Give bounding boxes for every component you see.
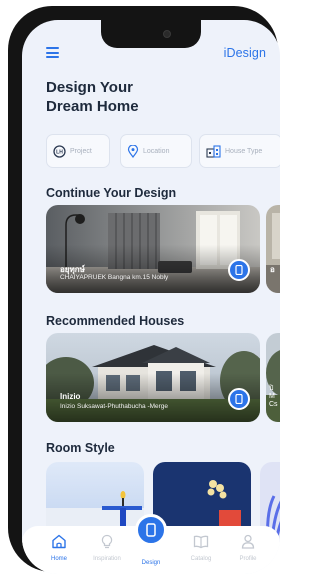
tab-profile-label: Profile (239, 556, 257, 562)
tab-inspiration[interactable]: Inspiration (85, 534, 129, 562)
recommended-houses-title: Recommended Houses (46, 314, 185, 328)
next-house-title-line-2: M (269, 393, 275, 400)
lightbulb-icon (101, 534, 113, 549)
menu-icon[interactable] (46, 47, 59, 58)
tab-inspiration-label: Inspiration (93, 556, 121, 562)
tab-design-label: Design (141, 560, 161, 566)
tab-home-label: Home (50, 556, 67, 562)
design-card-subtitle: CHAIYAPRUEK Bangna km.15 Nobly (60, 274, 169, 281)
start-design-button[interactable] (228, 388, 250, 410)
house-card-subtitle: Inizio Suksawat-Phuthabucha -Merge (60, 403, 169, 410)
hero-line-2: Dream Home (46, 98, 139, 115)
continue-design-card-next[interactable]: อ (266, 205, 280, 293)
filter-project[interactable]: LH Project (46, 134, 110, 168)
app-screen: iDesign Design Your Dream Home LH Projec… (22, 20, 280, 574)
next-house-title-line-1: ปิ (269, 385, 274, 392)
next-house-card-title: ปิ M Cs (269, 385, 278, 409)
recommended-house-card[interactable]: Inizio Inizio Suksawat-Phuthabucha -Merg… (46, 333, 260, 422)
next-card-title: อ (270, 265, 275, 274)
open-design-button[interactable] (228, 259, 250, 281)
filter-location[interactable]: Location (120, 134, 192, 168)
tab-catalog[interactable]: Catalog (179, 534, 223, 562)
interior-render-image (266, 205, 280, 293)
tab-home[interactable]: Home (37, 534, 81, 562)
top-bar: iDesign (22, 42, 280, 66)
tab-catalog-label: Catalog (190, 556, 212, 562)
filter-bar: LH Project Location House Type (46, 134, 280, 170)
hero-line-1: Design Your (46, 79, 133, 96)
house-card-title: Inizio (60, 392, 81, 401)
phone-design-icon (146, 523, 156, 537)
person-icon (241, 534, 255, 549)
filter-location-label: Location (143, 147, 170, 155)
filter-project-label: Project (70, 147, 92, 155)
hero-heading: Design Your Dream Home (46, 78, 139, 116)
project-icon: LH (53, 144, 66, 158)
svg-text:LH: LH (56, 149, 63, 155)
continue-design-card[interactable]: อยุทุกษ์ CHAIYAPRUEK Bangna km.15 Nobly (46, 205, 260, 293)
app-logo: iDesign (223, 46, 266, 60)
book-icon (193, 535, 209, 549)
tab-design[interactable]: Design (129, 560, 173, 566)
phone-frame: iDesign Design Your Dream Home LH Projec… (8, 6, 280, 574)
room-style-title: Room Style (46, 441, 115, 455)
location-pin-icon (127, 144, 139, 158)
phone-design-icon (235, 265, 243, 275)
next-house-title-line-3: Cs (269, 401, 278, 408)
recommended-house-card-next[interactable]: ปิ M Cs (266, 333, 280, 422)
filter-house-type[interactable]: House Type (199, 134, 280, 168)
camera-icon (163, 30, 171, 38)
tab-profile[interactable]: Profile (226, 534, 270, 562)
design-fab-button[interactable] (135, 514, 167, 546)
home-icon (52, 534, 66, 549)
house-type-icon (206, 144, 221, 158)
filter-house-type-label: House Type (225, 147, 263, 155)
phone-design-icon (235, 394, 243, 404)
continue-design-title: Continue Your Design (46, 186, 177, 200)
